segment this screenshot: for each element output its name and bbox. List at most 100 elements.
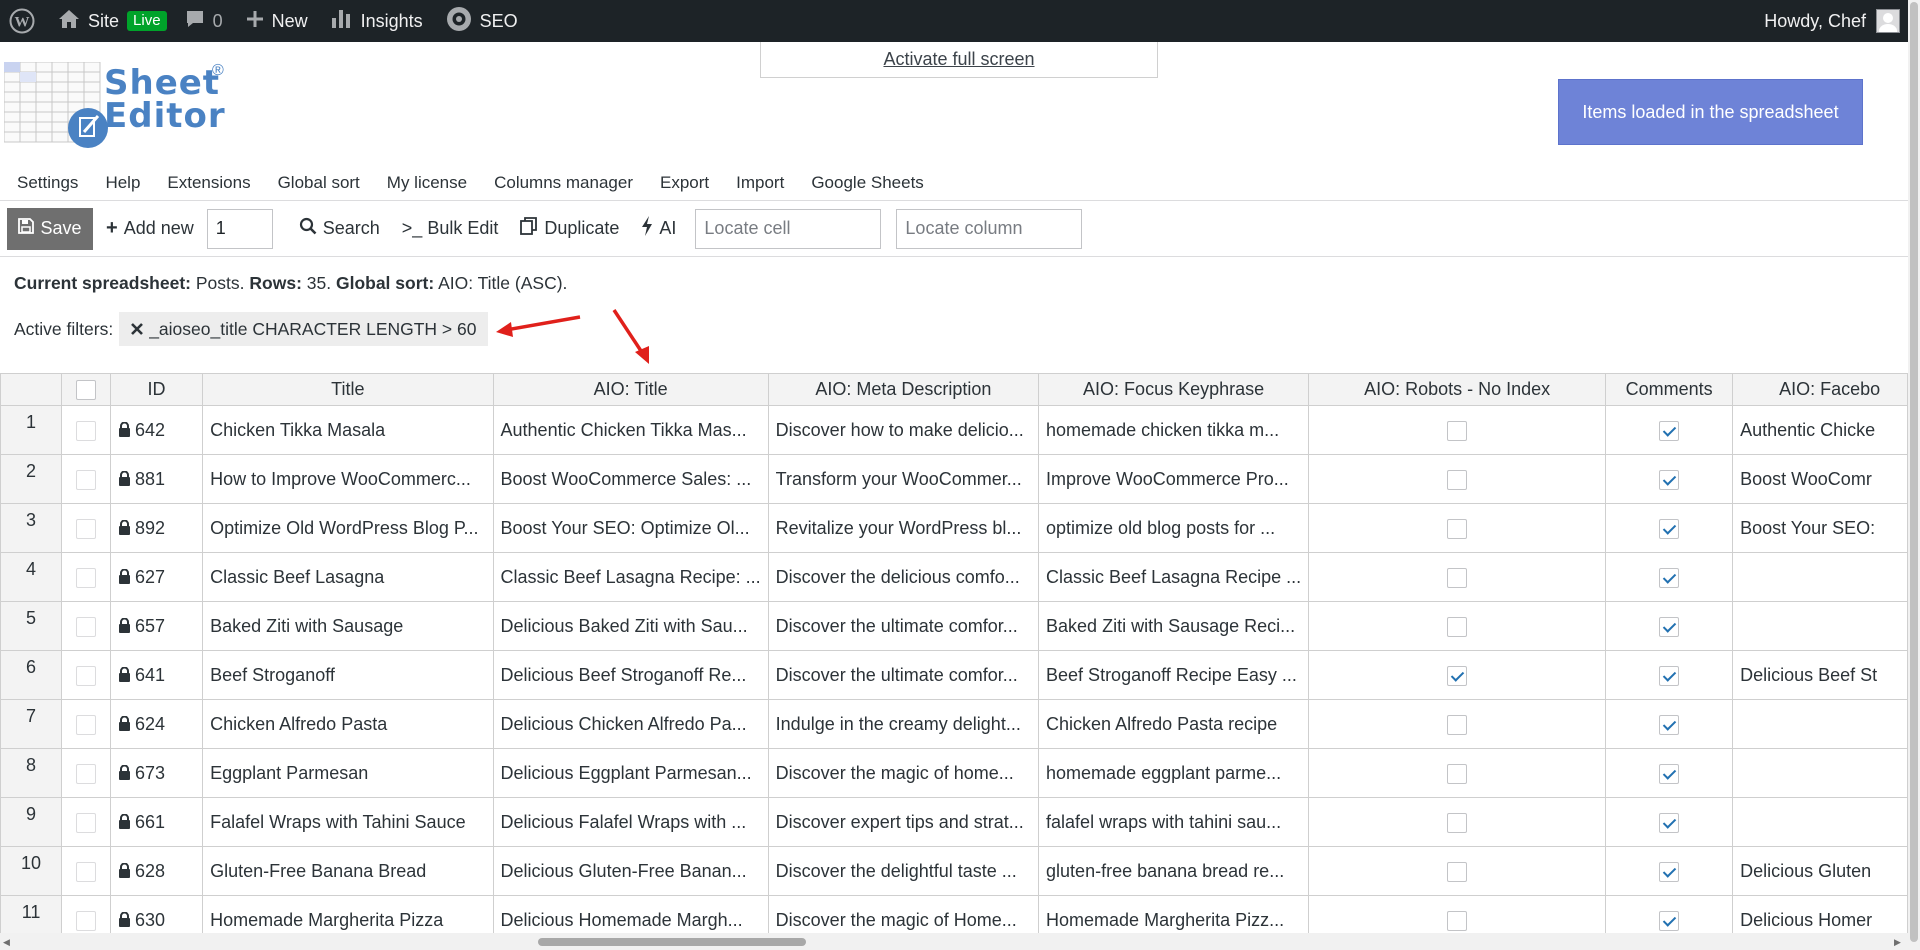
cell-aio-facebook[interactable]: Boost Your SEO:: [1732, 503, 1908, 553]
row-number[interactable]: 11: [0, 895, 63, 933]
cell-aio-title[interactable]: Boost Your SEO: Optimize Ol...: [492, 503, 769, 553]
column-header-aio-meta-description[interactable]: AIO: Meta Description: [767, 373, 1040, 406]
menu-item-export[interactable]: Export: [643, 173, 719, 193]
add-new-button[interactable]: + Add new: [95, 217, 205, 240]
cell-aio-title[interactable]: Boost WooCommerce Sales: ...: [492, 454, 769, 504]
comments-checkbox[interactable]: [1659, 714, 1680, 735]
vertical-scrollbar[interactable]: [1908, 0, 1920, 950]
cell-id[interactable]: 673: [109, 748, 204, 798]
cell-aio-focus-keyphrase[interactable]: Improve WooCommerce Pro...: [1038, 454, 1310, 504]
cell-aio-title[interactable]: Delicious Eggplant Parmesan...: [492, 748, 769, 798]
column-header-aio-title[interactable]: AIO: Title: [492, 373, 769, 406]
cell-aio-facebook[interactable]: [1732, 601, 1908, 651]
noindex-checkbox[interactable]: [1447, 763, 1468, 784]
select-all-checkbox[interactable]: [76, 380, 97, 401]
items-loaded-button[interactable]: Items loaded in the spreadsheet: [1558, 79, 1863, 145]
cell-aio-title[interactable]: Delicious Homemade Margh...: [492, 895, 769, 933]
cell-title[interactable]: Classic Beef Lasagna: [202, 552, 494, 602]
bulk-edit-button[interactable]: >_ Bulk Edit: [391, 218, 510, 239]
cell-aio-title[interactable]: Delicious Gluten-Free Banan...: [492, 846, 769, 896]
row-number[interactable]: 1: [0, 405, 63, 455]
noindex-checkbox[interactable]: [1447, 567, 1468, 588]
add-new-count-input[interactable]: [206, 208, 273, 249]
row-number[interactable]: 2: [0, 454, 63, 504]
wordpress-logo-icon[interactable]: W: [0, 0, 44, 42]
column-header-aio-facebook[interactable]: AIO: Facebo: [1732, 373, 1908, 406]
cell-aio-focus-keyphrase[interactable]: homemade chicken tikka m...: [1038, 405, 1310, 455]
locate-cell-input[interactable]: [695, 208, 882, 249]
filter-chip[interactable]: _aioseo_title CHARACTER LENGTH > 60: [119, 312, 489, 346]
comments-checkbox[interactable]: [1659, 616, 1680, 637]
noindex-checkbox[interactable]: [1447, 518, 1468, 539]
row-select-checkbox[interactable]: [76, 567, 97, 588]
horizontal-scroll-thumb[interactable]: [538, 938, 806, 946]
cell-aio-facebook[interactable]: Delicious Gluten: [1732, 846, 1908, 896]
noindex-checkbox[interactable]: [1447, 861, 1468, 882]
menu-item-global-sort[interactable]: Global sort: [261, 173, 370, 193]
cell-id[interactable]: 641: [109, 650, 204, 700]
cell-aio-title[interactable]: Delicious Chicken Alfredo Pa...: [492, 699, 769, 749]
cell-title[interactable]: How to Improve WooCommerc...: [202, 454, 494, 504]
insights-menu[interactable]: Insights: [317, 0, 432, 42]
noindex-checkbox[interactable]: [1447, 616, 1468, 637]
cell-aio-title[interactable]: Delicious Falafel Wraps with ...: [492, 797, 769, 847]
seo-menu[interactable]: SEO: [432, 0, 527, 42]
row-select-checkbox[interactable]: [76, 861, 97, 882]
vertical-scroll-thumb[interactable]: [1910, 2, 1918, 942]
menu-item-settings[interactable]: Settings: [0, 173, 88, 193]
noindex-checkbox[interactable]: [1447, 469, 1468, 490]
comments-checkbox[interactable]: [1659, 910, 1680, 931]
cell-aio-meta-description[interactable]: Transform your WooCommer...: [767, 454, 1040, 504]
cell-title[interactable]: Homemade Margherita Pizza: [202, 895, 494, 933]
column-header-comments[interactable]: Comments: [1605, 373, 1734, 406]
cell-aio-meta-description[interactable]: Indulge in the creamy delight...: [767, 699, 1040, 749]
new-content-menu[interactable]: New: [232, 0, 317, 42]
cell-aio-facebook[interactable]: [1732, 699, 1908, 749]
cell-aio-meta-description[interactable]: Discover the ultimate comfor...: [767, 650, 1040, 700]
locate-column-input[interactable]: [896, 208, 1083, 249]
scroll-left-icon[interactable]: ◀: [3, 937, 10, 948]
noindex-checkbox[interactable]: [1447, 910, 1468, 931]
my-account-menu[interactable]: Howdy, Chef: [1764, 0, 1900, 42]
cell-aio-focus-keyphrase[interactable]: Baked Ziti with Sausage Reci...: [1038, 601, 1310, 651]
site-menu[interactable]: Site Live: [44, 0, 176, 42]
duplicate-button[interactable]: Duplicate: [509, 217, 630, 240]
cell-id[interactable]: 642: [109, 405, 204, 455]
comments-checkbox[interactable]: [1659, 567, 1680, 588]
cell-title[interactable]: Chicken Tikka Masala: [202, 405, 494, 455]
row-select-checkbox[interactable]: [76, 518, 97, 539]
cell-aio-facebook[interactable]: [1732, 797, 1908, 847]
comments-checkbox[interactable]: [1659, 518, 1680, 539]
search-button[interactable]: Search: [288, 217, 391, 240]
cell-aio-focus-keyphrase[interactable]: homemade eggplant parme...: [1038, 748, 1310, 798]
noindex-checkbox[interactable]: [1447, 665, 1468, 686]
row-select-checkbox[interactable]: [76, 665, 97, 686]
row-number[interactable]: 9: [0, 797, 63, 847]
cell-id[interactable]: 892: [109, 503, 204, 553]
row-number[interactable]: 4: [0, 552, 63, 602]
noindex-checkbox[interactable]: [1447, 714, 1468, 735]
menu-item-extensions[interactable]: Extensions: [150, 173, 260, 193]
cell-aio-focus-keyphrase[interactable]: gluten-free banana bread re...: [1038, 846, 1310, 896]
comments-checkbox[interactable]: [1659, 861, 1680, 882]
cell-aio-focus-keyphrase[interactable]: Beef Stroganoff Recipe Easy ...: [1038, 650, 1310, 700]
cell-id[interactable]: 624: [109, 699, 204, 749]
save-button[interactable]: Save: [7, 207, 93, 250]
remove-filter-icon[interactable]: [131, 319, 144, 340]
row-number[interactable]: 5: [0, 601, 63, 651]
cell-aio-focus-keyphrase[interactable]: Classic Beef Lasagna Recipe ...: [1038, 552, 1310, 602]
row-select-checkbox[interactable]: [76, 469, 97, 490]
cell-aio-facebook[interactable]: Delicious Homer: [1732, 895, 1908, 933]
cell-id[interactable]: 657: [109, 601, 204, 651]
column-header-aio-focus-keyphrase[interactable]: AIO: Focus Keyphrase: [1038, 373, 1310, 406]
row-select-checkbox[interactable]: [76, 616, 97, 637]
cell-title[interactable]: Gluten-Free Banana Bread: [202, 846, 494, 896]
comments-checkbox[interactable]: [1659, 812, 1680, 833]
cell-aio-meta-description[interactable]: Discover the magic of home...: [767, 748, 1040, 798]
cell-title[interactable]: Chicken Alfredo Pasta: [202, 699, 494, 749]
menu-item-my-license[interactable]: My license: [370, 173, 477, 193]
cell-aio-facebook[interactable]: [1732, 748, 1908, 798]
cell-id[interactable]: 628: [109, 846, 204, 896]
cell-aio-title[interactable]: Classic Beef Lasagna Recipe: ...: [492, 552, 769, 602]
row-select-checkbox[interactable]: [76, 763, 97, 784]
